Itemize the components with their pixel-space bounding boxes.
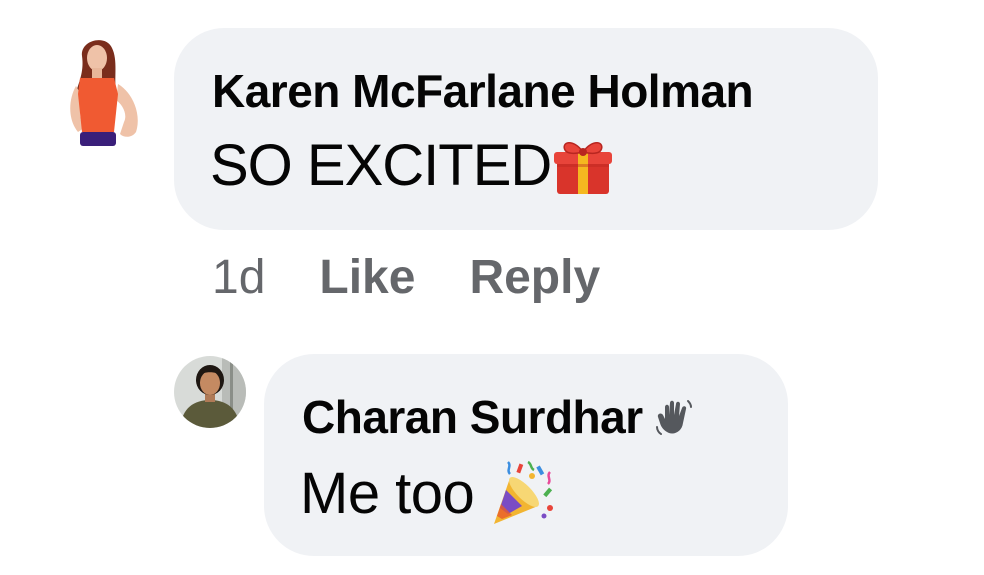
party-popper-icon [488, 458, 558, 528]
comment-author[interactable]: Karen McFarlane Holman [212, 64, 754, 118]
comment-timestamp[interactable]: 1d [212, 250, 265, 305]
reply-button[interactable]: Reply [469, 250, 600, 305]
gift-icon [551, 134, 615, 198]
comment-text: SO EXCITED [210, 132, 615, 199]
comment-bubble: Karen McFarlane Holman SO EXCITED [174, 28, 878, 230]
comment-author[interactable]: Charan Surdhar [302, 390, 643, 444]
comment-text-content: Me too [300, 460, 475, 526]
comment-actions: 1d Like Reply [212, 250, 600, 305]
comment-author-row: Charan Surdhar [302, 390, 695, 444]
comment-text-content: SO EXCITED [210, 133, 552, 198]
comment-bubble: Charan Surdhar Me too [264, 354, 788, 556]
waving-hand-icon [655, 397, 695, 437]
comment-text: Me too [300, 458, 558, 528]
avatar[interactable] [174, 356, 246, 428]
avatar[interactable] [62, 34, 146, 150]
like-button[interactable]: Like [319, 250, 415, 305]
